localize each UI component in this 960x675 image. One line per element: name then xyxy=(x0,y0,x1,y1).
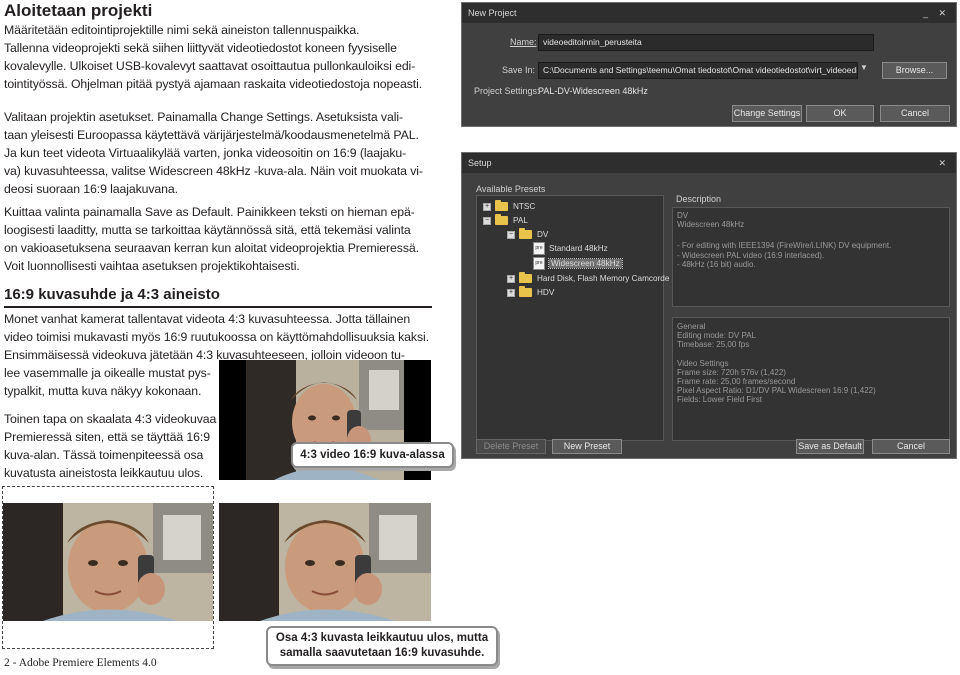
preset-file-icon: pre xyxy=(533,257,545,271)
browse-button[interactable]: Browse... xyxy=(882,62,947,79)
folder-icon xyxy=(495,200,508,212)
description-details: General Editing mode: DV PAL Timebase: 2… xyxy=(672,317,950,441)
new-preset-button[interactable]: New Preset xyxy=(552,439,622,454)
page-title: Aloitetaan projekti xyxy=(4,1,153,20)
collapse-icon[interactable]: − xyxy=(507,230,515,239)
name-input[interactable]: videoeditoinnin_perusteita xyxy=(538,34,874,51)
change-settings-button[interactable]: Change Settings xyxy=(732,105,802,122)
scale-paragraph: Toinen tapa on skaalata 4:3 videokuvaa P… xyxy=(4,412,217,480)
intro-paragraph: Määritetään editointiprojektille nimi se… xyxy=(4,23,423,91)
cancel-button[interactable]: Cancel xyxy=(880,105,950,122)
page-footer: 2 - Adobe Premiere Elements 4.0 xyxy=(4,657,157,669)
dialog-title: Setup xyxy=(462,153,956,173)
expand-icon[interactable]: + xyxy=(483,202,491,211)
callout-crop: Osa 4:3 kuvasta leikkautuu ulos, mutta s… xyxy=(266,626,498,666)
chevron-down-icon[interactable]: ▼ xyxy=(860,63,868,72)
setup-dialog: Setup ✕ Available Presets + NTSC − PAL − DV… xyxy=(461,152,957,459)
section-heading: 16:9 kuvasuhde ja 4:3 aineisto xyxy=(4,286,220,303)
tree-item-hdv[interactable]: + HDV xyxy=(507,286,554,300)
cancel-button[interactable]: Cancel xyxy=(872,439,950,454)
collapse-icon[interactable]: − xyxy=(483,216,491,225)
tree-item-dv[interactable]: − DV xyxy=(507,228,548,242)
save-as-default-button[interactable]: Save as Default xyxy=(796,439,864,454)
settings-paragraph: Valitaan projektin asetukset. Painamalla… xyxy=(4,110,423,196)
available-presets-label: Available Presets xyxy=(476,184,546,194)
project-settings-label: Project Settings: xyxy=(474,86,540,96)
save-in-input[interactable]: C:\Documents and Settings\teemu\Omat tie… xyxy=(538,62,858,79)
tree-item-ntsc[interactable]: + NTSC xyxy=(483,200,535,214)
folder-icon xyxy=(519,286,532,298)
section-rule xyxy=(4,306,432,308)
folder-icon xyxy=(519,228,532,240)
minimize-icon[interactable]: _ xyxy=(923,3,928,23)
ok-button[interactable]: OK xyxy=(806,105,874,122)
expand-icon[interactable]: + xyxy=(507,274,515,283)
project-settings-value: PAL-DV-Widescreen 48kHz xyxy=(538,86,648,96)
cropped-photo-right xyxy=(219,503,431,621)
expand-icon[interactable]: + xyxy=(507,288,515,297)
tree-item-pal[interactable]: − PAL xyxy=(483,214,528,228)
cropped-photo-left xyxy=(3,503,213,621)
presets-tree: + NTSC − PAL − DV pre Standard 48kHz pre Wide… xyxy=(476,195,669,441)
save-in-label: Save In: xyxy=(502,65,536,75)
description-label: Description xyxy=(676,194,722,204)
close-icon[interactable]: ✕ xyxy=(938,3,946,23)
dialog-title: New Project xyxy=(462,3,956,23)
folder-icon xyxy=(519,272,532,284)
tree-item-widescreen[interactable]: pre Widescreen 48kHz xyxy=(533,257,623,271)
delete-preset-button[interactable]: Delete Preset xyxy=(476,439,546,454)
tree-item-standard[interactable]: pre Standard 48kHz xyxy=(533,242,608,256)
folder-icon xyxy=(495,214,508,226)
tree-item-hdd[interactable]: + Hard Disk, Flash Memory Camcorde xyxy=(507,272,669,286)
default-paragraph: Kuittaa valinta painamalla Save as Defau… xyxy=(4,205,419,273)
close-icon[interactable]: ✕ xyxy=(938,153,946,173)
name-label: Name: xyxy=(510,37,537,47)
new-project-dialog: New Project _ ✕ Name: videoeditoinnin_pe… xyxy=(461,2,957,127)
description-summary: DV Widescreen 48kHz - For editing with I… xyxy=(672,207,950,307)
callout-letterbox: 4:3 video 16:9 kuva-alassa xyxy=(291,442,454,468)
preset-file-icon: pre xyxy=(533,242,545,256)
